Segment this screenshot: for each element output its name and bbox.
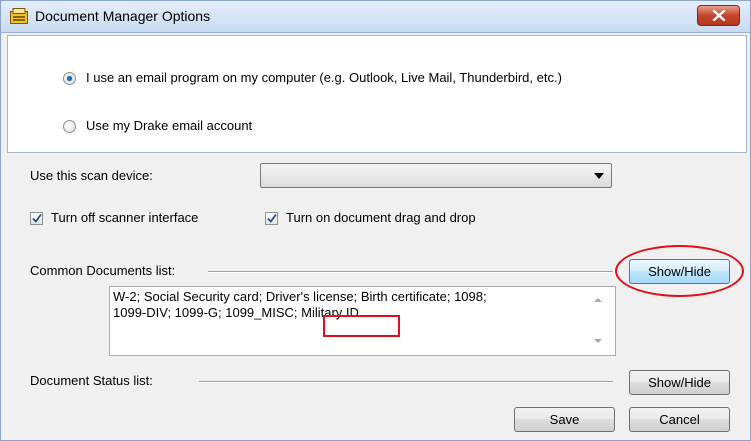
status-docs-label: Document Status list: bbox=[30, 373, 153, 388]
drag-drop-checkbox[interactable] bbox=[265, 212, 278, 225]
checkmark-icon bbox=[267, 213, 277, 223]
common-docs-line-1: W-2; Social Security card; Driver's lice… bbox=[113, 289, 487, 304]
scroll-up-icon[interactable] bbox=[594, 298, 602, 302]
email-program-label: I use an email program on my computer (e… bbox=[86, 70, 562, 85]
scan-device-label: Use this scan device: bbox=[30, 168, 153, 183]
title-bar[interactable]: Document Manager Options bbox=[1, 1, 750, 33]
dialog-window: Document Manager Options I use an email … bbox=[0, 0, 751, 441]
common-docs-divider bbox=[208, 271, 613, 273]
cancel-button[interactable]: Cancel bbox=[629, 407, 730, 432]
drag-drop-label: Turn on document drag and drop bbox=[286, 210, 476, 225]
checkmark-icon bbox=[32, 213, 42, 223]
highlight-box bbox=[323, 315, 400, 337]
common-docs-line-2-start: 1099-DIV; 1099-G; 1099_MISC; bbox=[113, 305, 298, 320]
drake-email-label: Use my Drake email account bbox=[86, 118, 253, 133]
scanner-interface-checkbox[interactable] bbox=[30, 212, 43, 225]
radio-drake-email[interactable] bbox=[63, 120, 76, 133]
highlight-ring bbox=[615, 245, 744, 297]
radio-email-program[interactable] bbox=[63, 72, 76, 85]
save-button[interactable]: Save bbox=[514, 407, 615, 432]
status-docs-show-hide-button[interactable]: Show/Hide bbox=[629, 370, 730, 395]
common-docs-label: Common Documents list: bbox=[30, 263, 176, 278]
scanner-interface-label: Turn off scanner interface bbox=[51, 210, 199, 225]
scan-device-dropdown[interactable] bbox=[260, 163, 612, 188]
status-docs-divider bbox=[199, 381, 613, 383]
window-title: Document Manager Options bbox=[35, 8, 211, 24]
email-options-panel bbox=[7, 35, 747, 153]
scroll-down-icon[interactable] bbox=[594, 339, 602, 343]
close-icon bbox=[712, 10, 726, 21]
close-button[interactable] bbox=[697, 5, 740, 26]
chevron-down-icon bbox=[594, 173, 604, 179]
document-manager-icon bbox=[10, 8, 28, 24]
